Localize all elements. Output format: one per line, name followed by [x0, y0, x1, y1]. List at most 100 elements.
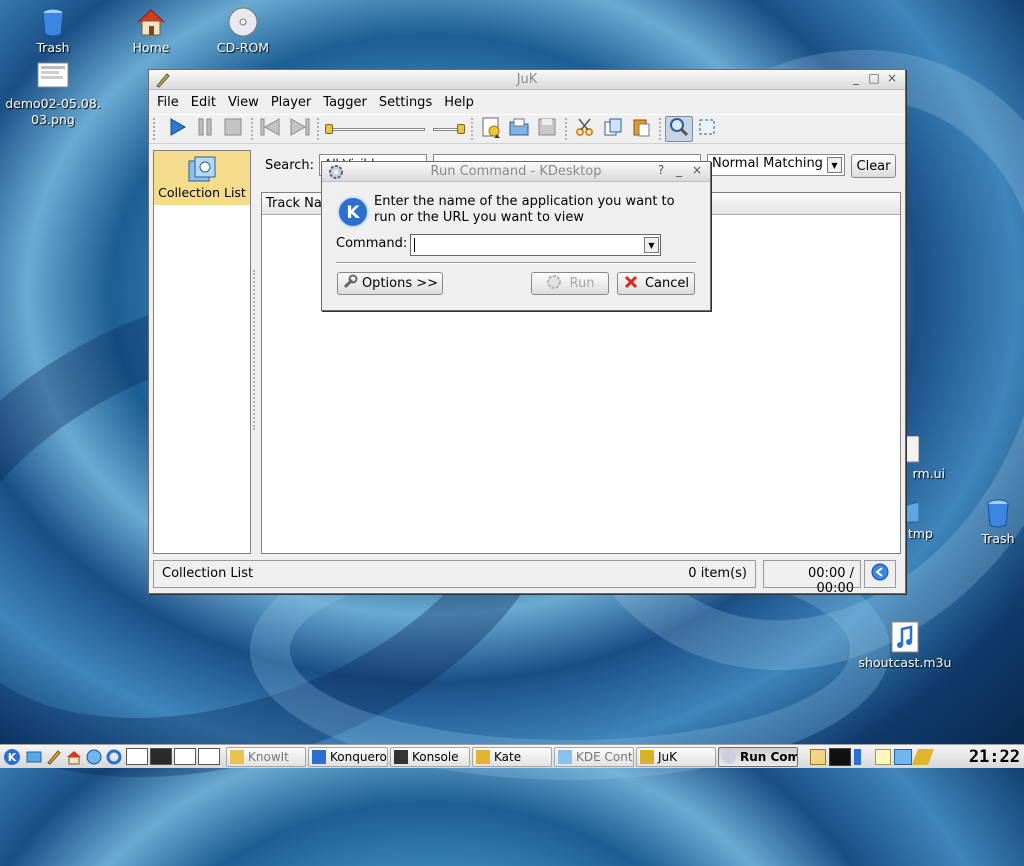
menu-settings[interactable]: Settings: [377, 95, 434, 110]
svg-text:K: K: [8, 751, 17, 764]
dialog-description: Enter the name of the application you wa…: [374, 194, 675, 225]
task-label: KnowIt: [248, 749, 289, 764]
new-playlist-icon: [480, 116, 502, 142]
dialog-title: Run Command - KDesktop: [430, 164, 602, 179]
desktop-icon-home[interactable]: Home: [103, 6, 199, 56]
options-button[interactable]: Options >>: [337, 272, 443, 295]
desktop-icon-demo-png[interactable]: demo02-05.08. 03.png: [5, 62, 101, 128]
desktop-pager-2[interactable]: [150, 748, 172, 765]
play-button[interactable]: [163, 116, 191, 142]
task-juk[interactable]: JuK: [636, 746, 716, 767]
dialog-titlebar[interactable]: Run Command - KDesktop ? _ ×: [322, 162, 710, 182]
quicklaunch-home-icon[interactable]: [64, 749, 84, 765]
track-position-slider[interactable]: [323, 119, 429, 139]
play-icon: [167, 117, 187, 141]
konqueror-icon: [312, 749, 326, 764]
task-kde-control[interactable]: KDE Control: [554, 746, 634, 767]
dialog-divider: [336, 262, 696, 264]
minimize-button[interactable]: _: [849, 71, 863, 85]
jump-to-playing-button[interactable]: [864, 560, 896, 588]
open-button[interactable]: [505, 116, 533, 142]
main-toolbar: [149, 114, 905, 144]
desktop-icon-label: Home: [132, 40, 170, 55]
juk-titlebar[interactable]: JuK _ □ ×: [149, 70, 905, 90]
cancel-label: Cancel: [644, 276, 690, 291]
copy-button[interactable]: [599, 116, 627, 142]
volume-slider[interactable]: [431, 119, 467, 139]
quicklaunch-network-icon[interactable]: [104, 749, 124, 765]
quicklaunch-editor-icon[interactable]: [44, 749, 64, 765]
task-konqueror[interactable]: Konqueror: [308, 746, 388, 767]
run-command-dialog: Run Command - KDesktop ? _ × K Enter the…: [321, 161, 711, 311]
desktop-icon-cdrom[interactable]: CD-ROM: [195, 6, 291, 56]
volume-icon[interactable]: [854, 748, 872, 765]
desktop-pager-1[interactable]: [126, 748, 148, 765]
show-desktop-icon[interactable]: [24, 749, 44, 765]
editor-tray-icon[interactable]: [912, 748, 934, 765]
menu-tagger[interactable]: Tagger: [321, 95, 369, 110]
task-kate[interactable]: Kate: [472, 746, 552, 767]
desktop-icon-shoutcast[interactable]: shoutcast.m3u: [857, 621, 953, 671]
menu-edit[interactable]: Edit: [189, 95, 218, 110]
toolbar-separator: [317, 118, 319, 140]
cancel-button[interactable]: Cancel: [617, 272, 695, 295]
trash-icon: [982, 497, 1014, 529]
system-tray: [810, 747, 934, 766]
clock[interactable]: 21:22: [969, 747, 1020, 767]
knowit-icon: [230, 749, 244, 764]
quicklaunch-browser-icon[interactable]: [84, 749, 104, 765]
menubar: File Edit View Player Tagger Settings He…: [149, 90, 905, 114]
new-playlist-button[interactable]: [477, 116, 505, 142]
sidebar-item-label: Collection List: [158, 185, 246, 200]
matching-mode-select[interactable]: Normal Matching ▼: [707, 154, 845, 176]
image-file-icon: [37, 62, 69, 94]
task-label: JuK: [658, 749, 678, 764]
close-button[interactable]: ×: [885, 71, 899, 85]
run-button[interactable]: Run: [531, 272, 609, 295]
sidebar-item-collection-list[interactable]: Collection List: [154, 151, 250, 205]
cut-button[interactable]: [571, 116, 599, 142]
clear-search-button[interactable]: Clear: [851, 154, 896, 178]
help-button[interactable]: ?: [654, 163, 668, 177]
task-run-command[interactable]: Run Command: [718, 746, 798, 767]
desktop-icon-trash-2[interactable]: Trash: [950, 497, 1024, 547]
previous-button[interactable]: [257, 116, 285, 142]
menu-player[interactable]: Player: [269, 95, 313, 110]
klipper-icon[interactable]: [810, 748, 826, 765]
show-search-button[interactable]: [665, 116, 693, 142]
minimize-button[interactable]: _: [672, 163, 686, 177]
menu-view[interactable]: View: [226, 95, 261, 110]
task-konsole[interactable]: Konsole: [390, 746, 470, 767]
kmenu-button[interactable]: K: [0, 748, 24, 766]
next-button[interactable]: [285, 116, 313, 142]
slider-handle[interactable]: [457, 124, 465, 134]
copy-icon: [603, 117, 623, 141]
chevron-down-icon[interactable]: ▼: [644, 237, 659, 253]
notes-icon[interactable]: [875, 748, 891, 765]
slider-handle[interactable]: [325, 124, 333, 134]
maximize-button[interactable]: □: [867, 71, 881, 85]
save-button[interactable]: [533, 116, 561, 142]
desktop-pager-3[interactable]: [174, 748, 196, 765]
task-label: Konqueror: [330, 749, 388, 764]
taskbar: K KnowIt Konqueror Konsole Kate KDE Cont…: [0, 744, 1024, 768]
toolbar-grip[interactable]: [153, 118, 159, 140]
splitter-handle[interactable]: [253, 270, 257, 430]
paste-button[interactable]: [627, 116, 655, 142]
desktop-pager-4[interactable]: [198, 748, 220, 765]
wrench-icon: [342, 274, 358, 294]
network-icon[interactable]: [894, 748, 912, 765]
tag-editor-button[interactable]: [693, 116, 721, 142]
desktop-icon-label: Trash: [36, 40, 70, 55]
stop-button[interactable]: [219, 116, 247, 142]
command-input[interactable]: ▼: [410, 234, 661, 256]
scissors-icon: [575, 117, 595, 141]
menu-help[interactable]: Help: [442, 95, 476, 110]
menu-file[interactable]: File: [155, 95, 181, 110]
pause-button[interactable]: [191, 116, 219, 142]
system-monitor-icon[interactable]: [829, 747, 851, 766]
task-knowit[interactable]: KnowIt: [226, 746, 306, 767]
desktop-icon-trash[interactable]: Trash: [5, 6, 101, 56]
close-button[interactable]: ×: [690, 163, 704, 177]
cdrom-icon: [227, 6, 259, 38]
